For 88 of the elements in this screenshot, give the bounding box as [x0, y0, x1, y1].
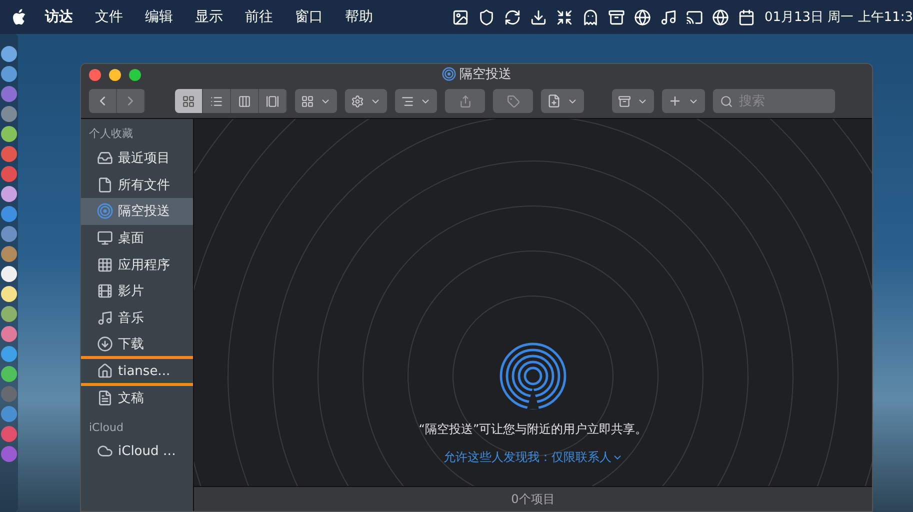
sidebar-item[interactable]: tianse...: [81, 358, 193, 384]
tag-button[interactable]: [493, 89, 533, 113]
discover-dropdown[interactable]: 仅限联系人: [552, 449, 622, 466]
minimize-button[interactable]: [109, 69, 121, 81]
globe-icon[interactable]: [712, 8, 730, 26]
add-button[interactable]: [662, 89, 705, 113]
document-plus-icon: [547, 94, 561, 108]
view-mode-button[interactable]: [175, 89, 203, 113]
cloud-icon: [97, 443, 113, 460]
action-button[interactable]: [345, 89, 387, 113]
view-mode-button[interactable]: [231, 89, 259, 113]
tag-icon: [506, 94, 520, 108]
grid-icon: [301, 94, 314, 108]
lines-icon: [401, 94, 414, 108]
menu-item[interactable]: 窗口: [284, 8, 334, 26]
grid-icon: [182, 94, 195, 108]
back-button[interactable]: [89, 89, 117, 113]
calendar-icon[interactable]: [738, 8, 756, 26]
display-icon[interactable]: [686, 8, 704, 26]
menu-clock[interactable]: 01月13日 周一 上午11:3: [764, 8, 913, 26]
arrows-icon[interactable]: [556, 8, 574, 26]
list-icon: [210, 94, 223, 108]
sidebar-heading: iCloud: [88, 420, 124, 436]
menu-item[interactable]: 文件: [84, 8, 134, 26]
tray-icon: [97, 150, 113, 166]
apple-logo-icon[interactable]: [12, 9, 26, 25]
ghost-icon[interactable]: [582, 8, 600, 26]
sidebar-item[interactable]: 隔空投送: [81, 198, 193, 225]
download-icon: [97, 336, 113, 352]
grid-icon: [97, 256, 113, 273]
sidebar-item[interactable]: iCloud …: [81, 438, 193, 465]
dock-app-icon[interactable]: [1, 286, 17, 302]
monitor-icon: [97, 230, 113, 246]
share-button[interactable]: [445, 89, 485, 113]
sidebar-heading: 个人收藏: [88, 126, 134, 142]
gallery-icon: [266, 94, 279, 108]
menu-item[interactable]: 前往: [234, 8, 284, 26]
download-icon[interactable]: [530, 8, 548, 26]
dock-app-icon[interactable]: [1, 266, 17, 282]
dock-app-icon[interactable]: [1, 46, 17, 62]
discover-label: 允许这些人发现我：: [444, 449, 552, 466]
new-document-button[interactable]: [541, 89, 584, 113]
sidebar-item[interactable]: 影片: [81, 278, 193, 305]
view-mode-button[interactable]: [203, 89, 231, 113]
columns-icon: [238, 94, 251, 108]
sidebar-item[interactable]: 应用程序: [81, 251, 193, 278]
file-icon: [97, 176, 113, 193]
share-icon: [458, 94, 472, 108]
music-icon: [97, 310, 113, 326]
sort-button[interactable]: [395, 89, 437, 113]
airdrop-message: “隔空投送”可让您与附近的用户立即共享。: [418, 421, 648, 438]
dock-app-icon[interactable]: [1, 306, 17, 322]
item-count: 0个项目: [511, 490, 555, 508]
gear-icon: [351, 94, 364, 108]
picture-icon[interactable]: [452, 8, 470, 26]
view-mode-button[interactable]: [259, 89, 287, 113]
forward-button[interactable]: [117, 89, 145, 113]
group-button[interactable]: [295, 89, 337, 113]
sidebar-item[interactable]: 桌面: [81, 224, 193, 252]
sidebar-item[interactable]: 音乐: [81, 304, 193, 332]
sidebar-item[interactable]: 最近项目: [81, 145, 193, 172]
house-icon: [97, 363, 113, 380]
dock-app-icon[interactable]: [1, 126, 17, 142]
menu-item[interactable]: 帮助: [334, 8, 384, 26]
refresh-icon[interactable]: [504, 8, 522, 26]
shield-icon[interactable]: [478, 8, 496, 26]
zoom-button[interactable]: [129, 69, 141, 81]
menu-item[interactable]: 访达: [34, 8, 84, 26]
menu-item[interactable]: 编辑: [134, 8, 184, 26]
sidebar-item[interactable]: 文稿: [81, 384, 193, 411]
document-icon: [97, 390, 113, 406]
box-icon[interactable]: [608, 8, 626, 26]
window-title: 隔空投送: [460, 66, 512, 83]
box-icon: [618, 94, 631, 108]
music-icon[interactable]: [660, 8, 678, 26]
airdrop-icon: [97, 203, 113, 220]
menu-item[interactable]: 显示: [184, 8, 234, 26]
close-button[interactable]: [89, 69, 101, 81]
dock-app-icon[interactable]: [1, 186, 17, 202]
film-icon: [97, 283, 113, 300]
box-button[interactable]: [612, 89, 654, 113]
dock-app-icon[interactable]: [1, 66, 17, 82]
globe-icon[interactable]: [634, 8, 652, 26]
airdrop-radar-icon: [500, 342, 566, 410]
sidebar-item[interactable]: 所有文件: [81, 172, 193, 198]
sidebar-item[interactable]: 下载: [81, 331, 193, 358]
plus-icon: [668, 94, 682, 108]
airdrop-icon: [442, 67, 456, 81]
